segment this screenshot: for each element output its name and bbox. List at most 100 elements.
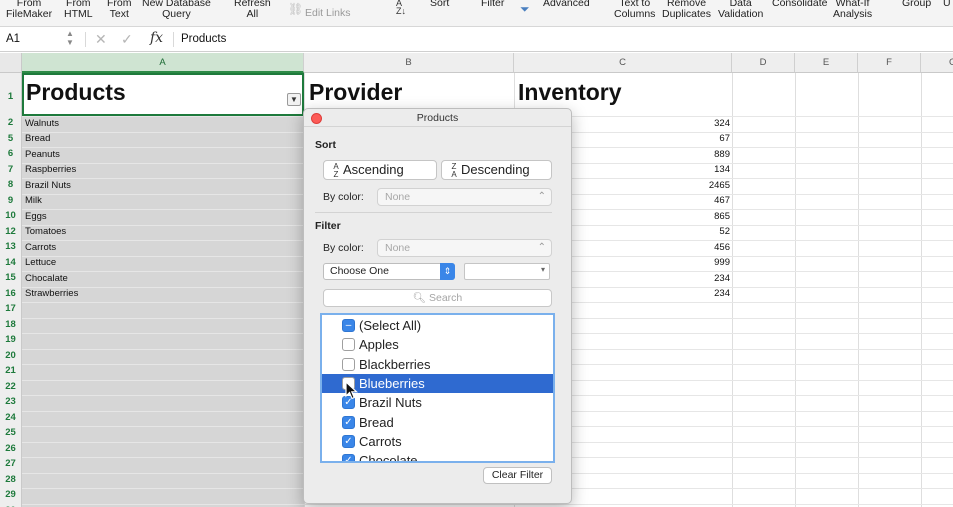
inventory-cell[interactable]: 234: [640, 288, 730, 299]
clear-filter-button[interactable]: Clear Filter: [483, 467, 552, 484]
ungroup-button[interactable]: U: [943, 0, 951, 9]
filter-list-item[interactable]: Blackberries: [322, 355, 553, 374]
product-cell[interactable]: Lettuce: [25, 257, 56, 268]
row-header[interactable]: 8: [0, 179, 21, 190]
row-header[interactable]: 18: [0, 319, 21, 330]
inventory-cell[interactable]: 456: [640, 242, 730, 253]
row-header[interactable]: 6: [0, 148, 21, 159]
cancel-icon[interactable]: ✕: [95, 31, 107, 48]
row-header[interactable]: 15: [0, 272, 21, 283]
row-header[interactable]: 21: [0, 365, 21, 376]
inventory-cell[interactable]: 234: [640, 273, 730, 284]
inventory-cell[interactable]: 999: [640, 257, 730, 268]
row-header[interactable]: 10: [0, 210, 21, 221]
header-cell-inventory[interactable]: Inventory: [518, 79, 622, 106]
product-cell[interactable]: Chocalate: [25, 273, 68, 284]
refresh-all-button[interactable]: Refresh All: [234, 0, 271, 20]
new-database-query-button[interactable]: New Database Query: [142, 0, 211, 20]
select-all-corner[interactable]: [0, 53, 22, 73]
row-header[interactable]: 27: [0, 458, 21, 469]
row-header[interactable]: 13: [0, 241, 21, 252]
product-cell[interactable]: Walnuts: [25, 118, 59, 129]
row-header[interactable]: 25: [0, 427, 21, 438]
filter-list-item[interactable]: – (Select All): [322, 316, 553, 335]
function-icon[interactable]: fx: [150, 30, 163, 46]
checkbox[interactable]: ✓: [342, 454, 355, 461]
advanced-filter-button[interactable]: Advanced: [543, 0, 590, 9]
inventory-cell[interactable]: 2465: [640, 180, 730, 191]
filter-button[interactable]: Filter: [481, 0, 504, 9]
row-header[interactable]: 16: [0, 288, 21, 299]
inventory-cell[interactable]: 67: [640, 133, 730, 144]
inventory-cell[interactable]: 865: [640, 211, 730, 222]
remove-duplicates-button[interactable]: Remove Duplicates: [662, 0, 711, 20]
from-text-button[interactable]: From Text: [107, 0, 132, 20]
checkbox[interactable]: [342, 357, 355, 371]
row-header[interactable]: 19: [0, 334, 21, 345]
criteria-value-combo[interactable]: ▾: [464, 263, 550, 280]
inventory-cell[interactable]: 324: [640, 118, 730, 129]
product-cell[interactable]: Milk: [25, 195, 42, 206]
row-header[interactable]: 5: [0, 133, 21, 144]
sort-ascending-button[interactable]: A Z Ascending: [323, 160, 437, 180]
filter-search-input[interactable]: 🔍︎ Search: [323, 289, 552, 307]
filter-dropdown-icon[interactable]: ▼: [287, 93, 301, 106]
product-cell[interactable]: Peanuts: [25, 149, 60, 160]
close-icon[interactable]: [311, 113, 322, 124]
row-header[interactable]: 28: [0, 474, 21, 485]
criteria-select[interactable]: Choose One ⇕: [323, 263, 455, 280]
row-header[interactable]: 1: [0, 91, 21, 102]
column-header-f[interactable]: F: [858, 53, 921, 73]
row-header[interactable]: 12: [0, 226, 21, 237]
row-header[interactable]: 23: [0, 396, 21, 407]
column-header-e[interactable]: E: [795, 53, 858, 73]
filter-list-item[interactable]: ✓ Chocolate: [322, 451, 553, 461]
formula-input[interactable]: Products: [181, 33, 226, 45]
product-cell[interactable]: Strawberries: [25, 288, 78, 299]
checkbox[interactable]: ✓: [342, 415, 355, 429]
inventory-cell[interactable]: 52: [640, 226, 730, 237]
name-box[interactable]: A1: [6, 33, 20, 45]
consolidate-button[interactable]: Consolidate: [772, 0, 827, 9]
inventory-cell[interactable]: 889: [640, 149, 730, 160]
column-header-g[interactable]: G: [921, 53, 953, 73]
row-header[interactable]: 26: [0, 443, 21, 454]
header-cell-products[interactable]: Products: [26, 79, 126, 106]
filter-list-item[interactable]: ✓ Carrots: [322, 432, 553, 451]
inventory-cell[interactable]: 134: [640, 164, 730, 175]
sort-descending-button[interactable]: Z A Descending: [441, 160, 552, 180]
row-header[interactable]: 17: [0, 303, 21, 314]
from-filemaker-button[interactable]: From FileMaker: [6, 0, 52, 20]
row-header[interactable]: 7: [0, 164, 21, 175]
sort-button[interactable]: Sort: [430, 0, 449, 9]
column-header-c[interactable]: C: [514, 53, 732, 73]
from-html-button[interactable]: From HTML: [64, 0, 93, 20]
header-cell-provider[interactable]: Provider: [309, 79, 402, 106]
column-header-a[interactable]: A: [22, 53, 304, 73]
text-to-columns-button[interactable]: Text to Columns: [614, 0, 655, 20]
row-header[interactable]: 29: [0, 489, 21, 500]
row-header[interactable]: 14: [0, 257, 21, 268]
product-cell[interactable]: Bread: [25, 133, 50, 144]
checkbox[interactable]: –: [342, 319, 355, 332]
row-header[interactable]: 2: [0, 117, 21, 128]
data-validation-button[interactable]: Data Validation: [718, 0, 763, 20]
name-box-stepper-icon[interactable]: ▲ ▼: [66, 29, 74, 47]
product-cell[interactable]: Tomatoes: [25, 226, 66, 237]
checkbox[interactable]: [342, 338, 355, 352]
what-if-analysis-button[interactable]: What-If Analysis: [833, 0, 872, 20]
product-cell[interactable]: Raspberries: [25, 164, 76, 175]
filter-color-select[interactable]: None ⌃: [377, 239, 552, 257]
checkbox[interactable]: ✓: [342, 434, 355, 448]
column-header-b[interactable]: B: [304, 53, 514, 73]
inventory-cell[interactable]: 467: [640, 195, 730, 206]
filter-list-item[interactable]: ✓ Bread: [322, 413, 553, 432]
sort-color-select[interactable]: None ⌃: [377, 188, 552, 206]
row-header[interactable]: 22: [0, 381, 21, 392]
column-header-d[interactable]: D: [732, 53, 795, 73]
product-cell[interactable]: Brazil Nuts: [25, 180, 71, 191]
product-cell[interactable]: Eggs: [25, 211, 47, 222]
row-header[interactable]: 24: [0, 412, 21, 423]
edit-links-button[interactable]: Edit Links: [305, 8, 351, 19]
filter-list-item[interactable]: Apples: [322, 335, 553, 354]
